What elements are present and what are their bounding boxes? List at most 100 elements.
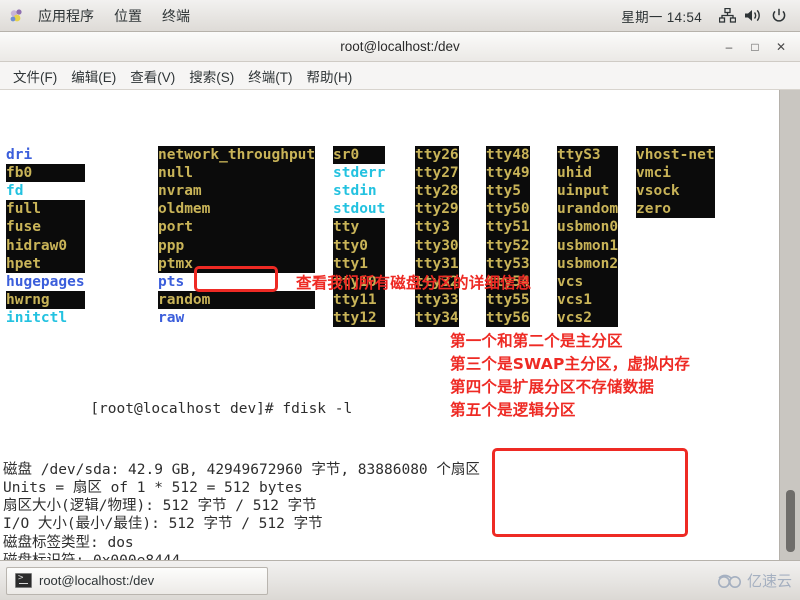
ls-entry: hpet bbox=[6, 254, 85, 273]
ls-entry: usbmon0 bbox=[557, 218, 619, 237]
ls-entry: full bbox=[6, 200, 85, 219]
top-panel: 应用程序 位置 终端 星期一 14:54 bbox=[0, 0, 800, 32]
ls-entry: urandom bbox=[557, 200, 619, 219]
menu-search[interactable]: 搜索(S) bbox=[182, 64, 241, 88]
shell-prompt: [root@localhost dev]# bbox=[90, 401, 283, 418]
ls-entry: sr0 bbox=[333, 145, 386, 164]
menu-edit[interactable]: 编辑(E) bbox=[64, 64, 123, 88]
ls-entry: random bbox=[158, 291, 316, 310]
network-icon[interactable] bbox=[714, 5, 740, 27]
ls-column-3: tty26 tty27 tty28 tty29 tty3 tty30 tty31 tty32 t… bbox=[415, 145, 459, 328]
ls-entry: hugepages bbox=[6, 273, 85, 290]
ls-entry: network_throughput bbox=[158, 145, 316, 164]
volume-icon[interactable] bbox=[740, 5, 766, 27]
ls-entry: vcs bbox=[557, 272, 619, 292]
ls-entry: fd bbox=[6, 182, 24, 199]
terminal-output[interactable]: dri fb0 fd full fuse hidraw0 hpet hugepages hwrn… bbox=[0, 90, 779, 560]
clock[interactable]: 星期一 14:54 bbox=[609, 6, 714, 26]
ls-entry: tty11 bbox=[333, 291, 386, 310]
typed-command: fdisk -l bbox=[282, 401, 353, 418]
ls-entry: tty55 bbox=[486, 291, 530, 310]
watermark: 亿速云 bbox=[717, 570, 792, 591]
ls-entry: tty51 bbox=[486, 218, 530, 237]
ls-entry: stdin bbox=[333, 182, 377, 199]
ls-entry: hwrng bbox=[6, 291, 85, 310]
ls-entry: tty30 bbox=[415, 236, 459, 255]
annotation-partition-2: 第三个是SWAP主分区，虚拟内存 bbox=[450, 355, 691, 373]
top-panel-tray: 星期一 14:54 bbox=[609, 0, 800, 31]
ls-entry: tty26 bbox=[415, 145, 459, 164]
fdisk-info-line: 磁盘标识符: 0x000e8444 bbox=[3, 552, 776, 560]
ls-column-1: network_throughput null nvram oldmem port ppp… bbox=[158, 145, 316, 328]
menu-places[interactable]: 位置 bbox=[104, 0, 152, 31]
minimize-button[interactable]: – bbox=[716, 36, 742, 58]
ls-column-4: tty48 tty49 tty5 tty50 tty51 tty52 tty53 tty54 t… bbox=[486, 145, 530, 328]
ls-entry: tty28 bbox=[415, 181, 459, 201]
window-titlebar[interactable]: root@localhost:/dev – □ ✕ bbox=[0, 32, 800, 62]
watermark-text: 亿速云 bbox=[746, 572, 792, 590]
ls-entry: tty12 bbox=[333, 309, 386, 328]
cloud-logo-icon bbox=[717, 574, 741, 588]
menu-view[interactable]: 查看(V) bbox=[123, 64, 182, 88]
annotation-partition-1: 第一个和第二个是主分区 bbox=[450, 332, 623, 350]
ls-entry: nvram bbox=[158, 181, 316, 201]
ls-entry: tty34 bbox=[415, 309, 459, 328]
ls-entry: vmci bbox=[636, 163, 715, 182]
menu-help[interactable]: 帮助(H) bbox=[300, 64, 360, 88]
ls-entry: fuse bbox=[6, 218, 85, 237]
ls-entry: tty33 bbox=[415, 291, 459, 310]
ls-entry: ptmx bbox=[158, 254, 316, 273]
ls-entry: stdout bbox=[333, 201, 386, 218]
ls-entry: tty27 bbox=[415, 163, 459, 182]
ls-entry: tty56 bbox=[486, 309, 530, 328]
scrollbar-thumb[interactable] bbox=[786, 490, 795, 552]
ls-entry: dri bbox=[6, 146, 33, 163]
fdisk-info-line: Units = 扇区 of 1 * 512 = 512 bytes bbox=[3, 480, 303, 497]
ls-entry: tty5 bbox=[486, 181, 530, 201]
ls-entry: tty50 bbox=[486, 200, 530, 219]
menu-terminal[interactable]: 终端 bbox=[152, 0, 200, 31]
ls-entry: tty0 bbox=[333, 236, 386, 255]
desktop: 应用程序 位置 终端 星期一 14:54 root@localhost:/dev… bbox=[0, 0, 800, 600]
ls-entry: uinput bbox=[557, 181, 619, 201]
annotation-partition-3: 第四个是扩展分区不存储数据 bbox=[450, 378, 655, 396]
ls-entry: tty48 bbox=[486, 145, 530, 164]
fdisk-info-line: 磁盘 /dev/sda: 42.9 GB, 42949672960 字节, 83… bbox=[3, 461, 480, 478]
ls-entry: usbmon1 bbox=[557, 236, 619, 255]
distro-logo-icon bbox=[8, 7, 26, 25]
ls-entry: vsock bbox=[636, 181, 715, 201]
ls-entry: ppp bbox=[158, 236, 316, 255]
taskbar-window-button[interactable]: root@localhost:/dev bbox=[6, 566, 268, 595]
ls-entry: tty52 bbox=[486, 236, 530, 255]
ls-entry: vhost-net bbox=[636, 145, 715, 164]
ls-entry: port bbox=[158, 218, 316, 237]
top-panel-menus: 应用程序 位置 终端 bbox=[0, 0, 200, 31]
fdisk-info-line: 磁盘标签类型: dos bbox=[3, 534, 134, 551]
ls-entry: initctl bbox=[6, 310, 68, 327]
terminal-window: root@localhost:/dev – □ ✕ 文件(F) 编辑(E) 查看… bbox=[0, 32, 800, 560]
ls-entry: pts bbox=[158, 273, 185, 290]
menu-applications[interactable]: 应用程序 bbox=[28, 0, 104, 31]
power-icon[interactable] bbox=[766, 5, 792, 27]
ls-entry: vcs1 bbox=[557, 291, 619, 310]
ls-entry: fb0 bbox=[6, 163, 85, 182]
ls-entry: oldmem bbox=[158, 200, 316, 219]
command-line: [root@localhost dev]# fdisk -l bbox=[3, 382, 776, 417]
ls-output-grid: dri fb0 fd full fuse hidraw0 hpet hugepages hwrn… bbox=[3, 145, 776, 328]
ls-entry: uhid bbox=[557, 163, 619, 182]
ls-entry: tty3 bbox=[415, 218, 459, 237]
ls-entry: vcs2 bbox=[557, 309, 619, 328]
ls-column-0: dri fb0 fd full fuse hidraw0 hpet hugepages hwrn… bbox=[6, 146, 85, 328]
ls-entry: usbmon2 bbox=[557, 254, 619, 273]
maximize-button[interactable]: □ bbox=[742, 36, 768, 58]
fdisk-info-line: 扇区大小(逻辑/物理): 512 字节 / 512 字节 bbox=[3, 498, 317, 515]
ls-entry: tty49 bbox=[486, 163, 530, 182]
ls-entry: zero bbox=[636, 200, 715, 219]
bottom-panel: root@localhost:/dev bbox=[0, 560, 800, 600]
menu-terminal[interactable]: 终端(T) bbox=[241, 64, 299, 88]
menu-file[interactable]: 文件(F) bbox=[6, 64, 64, 88]
terminal-scrollbar[interactable] bbox=[779, 90, 800, 560]
ls-entry: ttyS3 bbox=[557, 145, 619, 164]
close-button[interactable]: ✕ bbox=[768, 36, 794, 58]
ls-column-5: ttyS3 uhid uinput urandom usbmon0 usbmon1 usbm… bbox=[557, 145, 619, 328]
